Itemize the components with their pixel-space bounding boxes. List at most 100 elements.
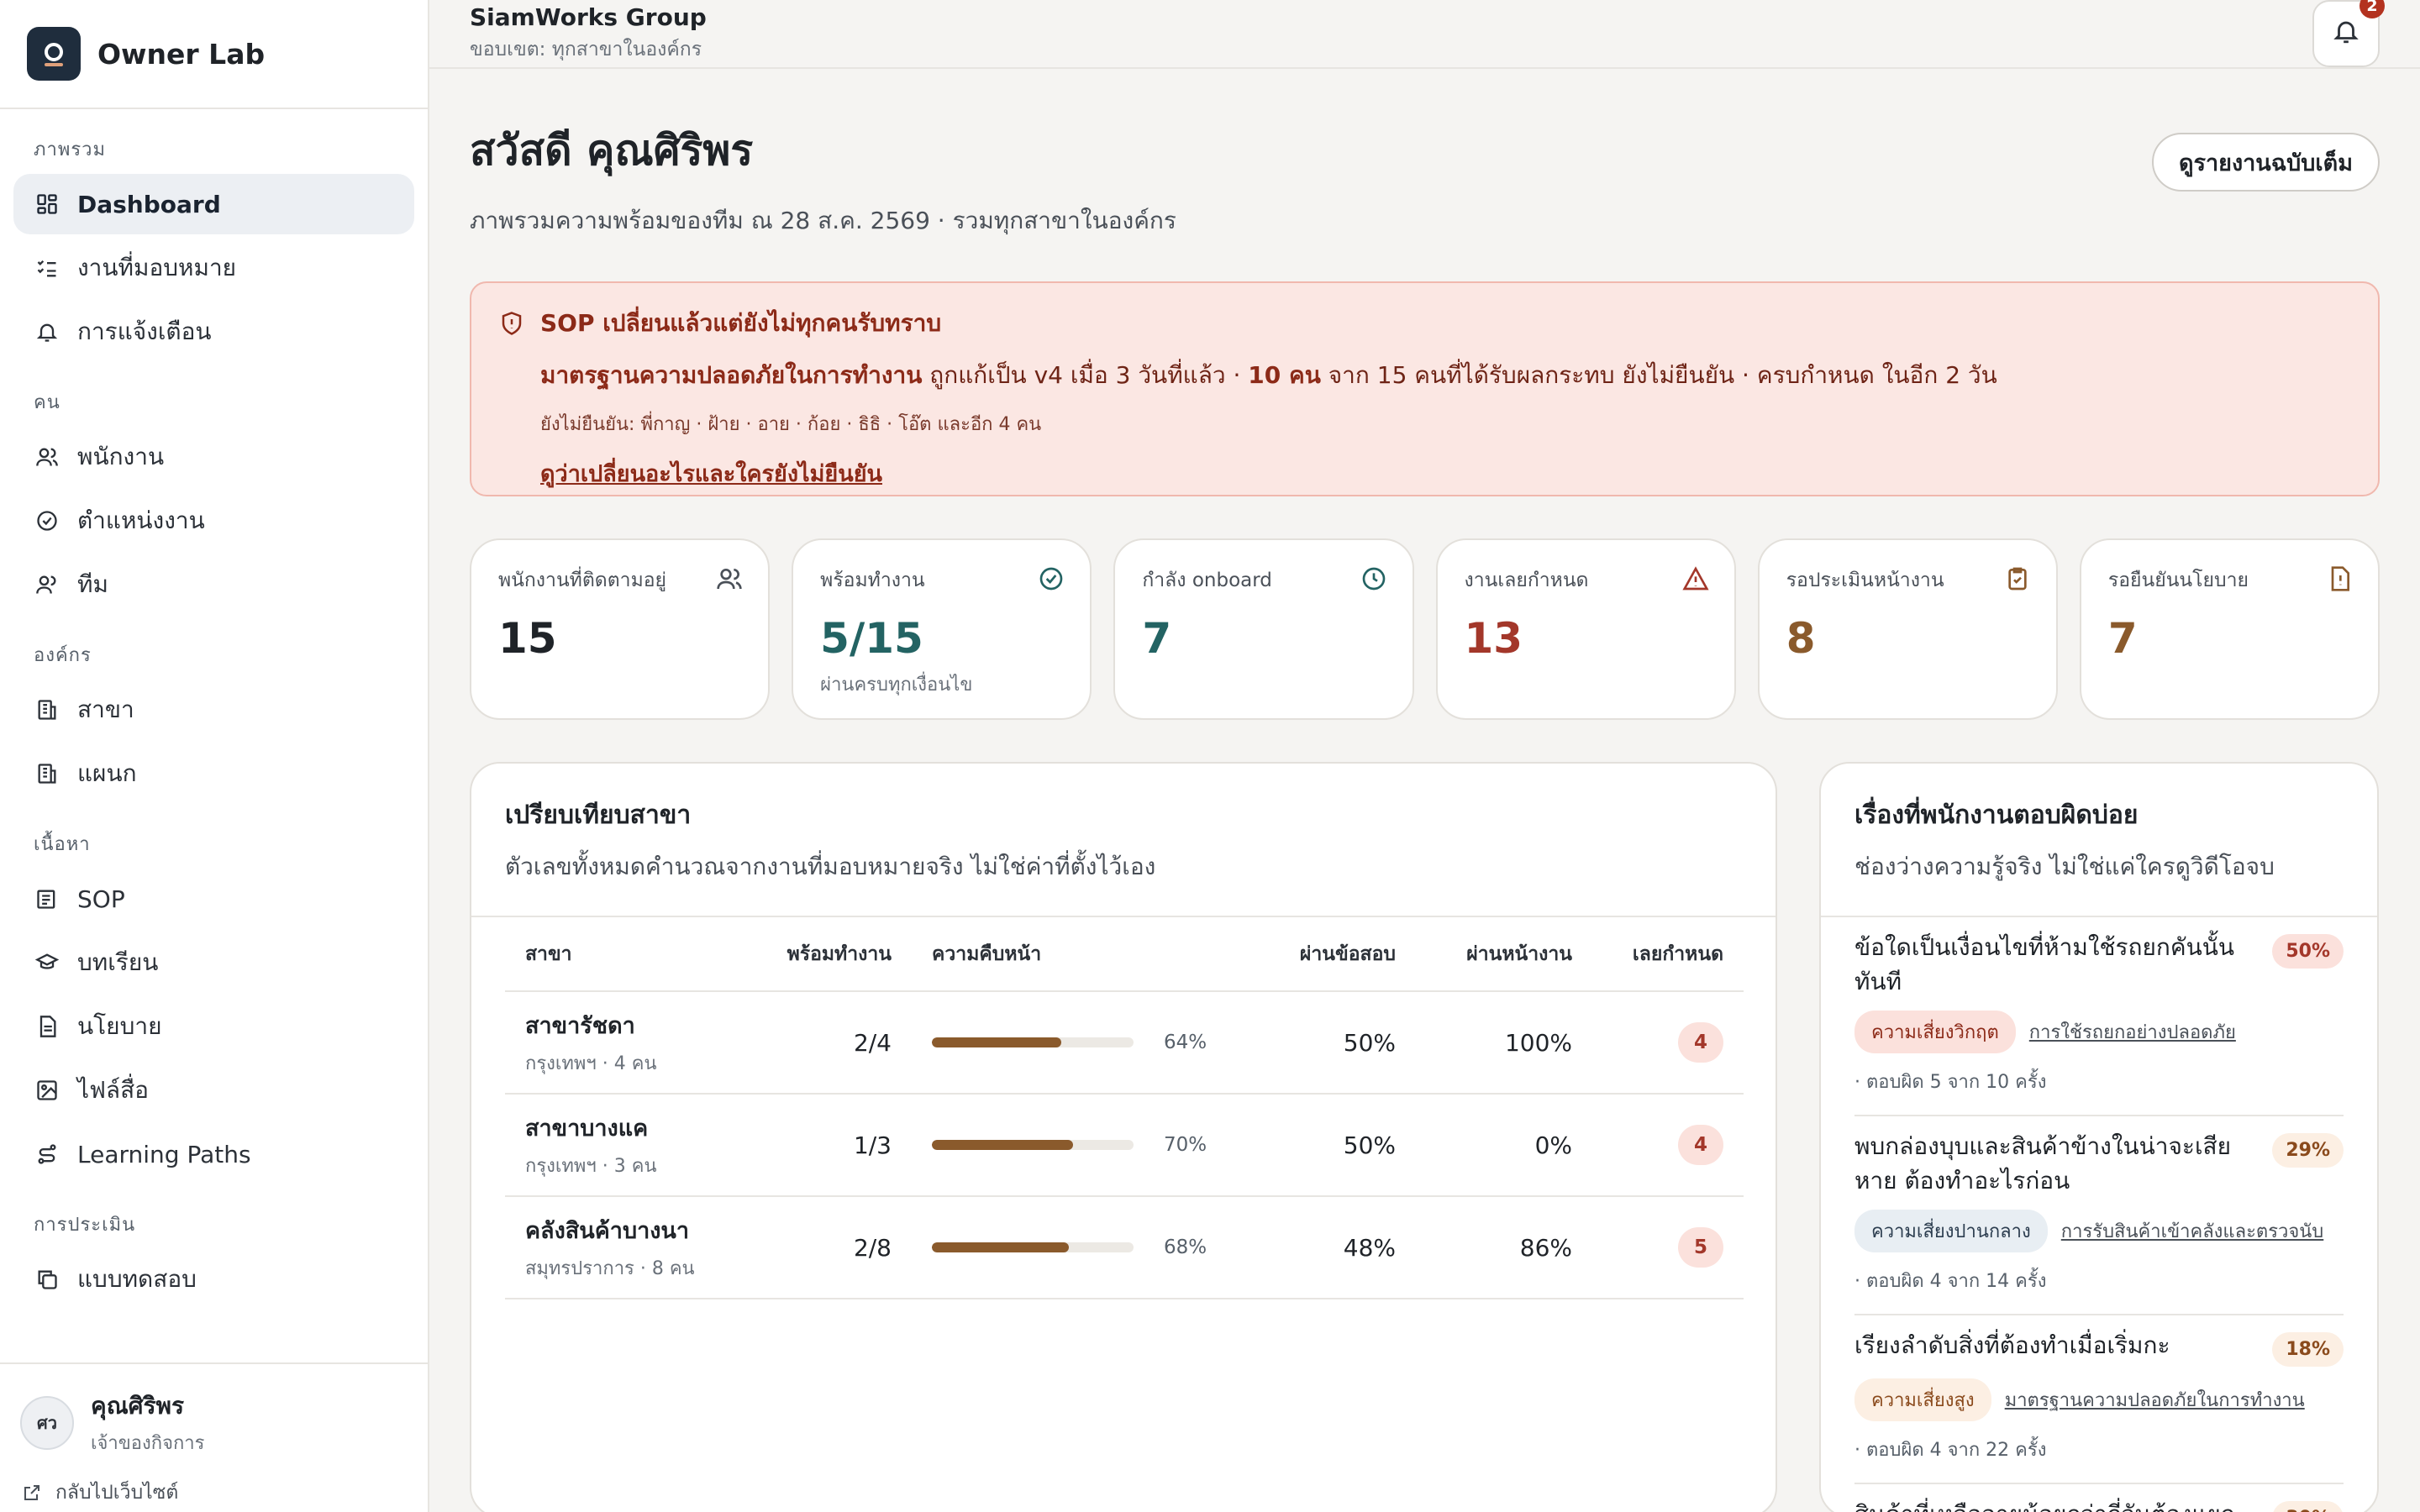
branch-ready: 1/3 [782,1094,892,1197]
alert-pending-list: ยังไม่ยืนยัน: พี่กาญ · ฝ้าย · อาย · ก้อย… [540,414,1042,435]
brand-logo-icon [27,27,81,81]
sidebar-item-label: แบบทดสอบ [77,1265,197,1293]
stat-card-field-assessment[interactable]: รอประเมินหน้างาน 8 [1757,538,2058,720]
sidebar-item-learning-paths[interactable]: Learning Paths [13,1124,414,1184]
sidebar-item-departments[interactable]: แผนก [13,743,414,804]
table-row[interactable]: สาขาบางแค กรุงเทพฯ · 3 คน 1/3 70% 50% 0%… [505,1094,1744,1197]
sidebar-item-policies[interactable]: นโยบาย [13,996,414,1057]
stat-card-tracked-employees[interactable]: พนักงานที่ติดตามอยู่ 15 [470,538,771,720]
wrong-rate-badge: 29% [2272,1133,2344,1168]
sidebar-item-sop[interactable]: SOP [13,869,414,929]
sidebar-item-lessons[interactable]: บทเรียน [13,932,414,993]
column-header-ready[interactable]: พร้อมทำงาน [782,917,892,992]
wrong-count: · ตอบผิด 4 จาก 22 ครั้ง [1854,1440,2047,1462]
branch-name: สาขาบางแค [525,1116,649,1142]
team-icon [34,571,60,598]
list-item[interactable]: เรียงลำดับสิ่งที่ต้องทำเมื่อเริ่มกะ 18% … [1854,1315,2344,1485]
branch-meta: สมุทรปราการ · 8 คน [525,1258,695,1279]
user-profile[interactable]: ศว คุณศิริพร เจ้าของกิจการ [20,1388,408,1457]
branch-name: คลังสินค้าบางนา [525,1218,690,1244]
stat-value: 15 [498,614,557,663]
progress-fill [932,1037,1061,1047]
stat-card-onboarding[interactable]: กำลัง onboard 7 [1113,538,1414,720]
sidebar-item-media[interactable]: ไฟล์สื่อ [13,1060,414,1121]
list-item[interactable]: ข้อใดเป็นเงื่อนไขที่ห้ามใช้รถยกคันนั้นทั… [1854,917,2344,1117]
stat-card-overdue[interactable]: งานเลยกำหนด 13 [1435,538,1736,720]
table-row[interactable]: คลังสินค้าบางนา สมุทรปราการ · 8 คน 2/8 6… [505,1196,1744,1299]
copy-icon [34,1266,60,1293]
stat-label: งานเลยกำหนด [1464,570,1589,591]
progress-fill [932,1242,1070,1252]
risk-tag: ความเสี่ยงวิกฤต [1854,1011,2016,1054]
sidebar-item-label: Learning Paths [77,1140,251,1168]
stat-label: พร้อมทำงาน [820,570,925,591]
sidebar-item-assignments[interactable]: งานที่มอบหมาย [13,238,414,298]
sidebar-item-dashboard[interactable]: Dashboard [13,174,414,234]
overdue-badge: 4 [1678,1022,1723,1063]
file-alert-icon [2326,565,2353,592]
column-header-branch[interactable]: สาขา [505,917,782,992]
nav-section-organization: องค์กร [34,645,92,666]
building-icon [34,760,60,787]
column-header-progress[interactable]: ความคืบหน้า [892,917,1211,992]
overdue-badge: 4 [1678,1125,1723,1165]
sidebar-item-positions[interactable]: ตำแหน่งงาน [13,491,414,551]
branch-comparison-panel: เปรียบเทียบสาขา ตัวเลขทั้งหมดคำนวณจากงาน… [470,762,1777,1512]
sidebar-item-notifications[interactable]: การแจ้งเตือน [13,302,414,362]
branch-exam-pass: 48% [1211,1196,1396,1299]
notification-count-badge: 2 [2360,0,2385,18]
bell-icon [2332,17,2360,51]
alert-details-link[interactable]: ดูว่าเปลี่ยนอะไรและใครยังไม่ยืนยัน [540,455,882,491]
sidebar-item-employees[interactable]: พนักงาน [13,427,414,487]
users-icon [716,565,743,592]
branch-ready: 2/4 [782,991,892,1095]
stat-value: 7 [2107,614,2138,663]
topic-link[interactable]: การใช้รถยกอย่างปลอดภัย [2029,1017,2236,1047]
stat-label: กำลัง onboard [1142,570,1272,591]
graduation-cap-icon [34,949,60,976]
progress-percent: 64% [1164,1032,1207,1053]
wrong-rate-badge: 18% [2272,1332,2344,1368]
mistake-list: ข้อใดเป็นเงื่อนไขที่ห้ามใช้รถยกคันนั้นทั… [1821,917,2377,1512]
topic-link[interactable]: การรับสินค้าเข้าคลังและตรวจนับ [2061,1216,2324,1246]
branch-exam-pass: 50% [1211,1094,1396,1197]
sidebar-item-branches[interactable]: สาขา [13,680,414,740]
brand[interactable]: Owner Lab [0,0,428,109]
sidebar-item-label: บทเรียน [77,948,159,976]
org-name: SiamWorks Group [470,3,707,31]
full-report-button[interactable]: ดูรายงานฉบับเต็ม [2151,133,2380,192]
common-mistakes-panel: เรื่องที่พนักงานตอบผิดบ่อย ช่องว่างความร… [1819,762,2379,1512]
sidebar-item-label: พนักงาน [77,443,165,470]
list-item[interactable]: พบกล่องบุบและสินค้าข้างในน่าจะเสียหาย ต้… [1854,1116,2344,1316]
page-subtitle: ภาพรวมความพร้อมของทีม ณ 28 ส.ค. 2569 · ร… [470,207,1176,234]
sidebar-item-quizzes[interactable]: แบบทดสอบ [13,1249,414,1310]
list-item[interactable]: สินค้าที่เหลืออายุน้อยกว่ากี่วันต้องแยก … [1854,1484,2344,1512]
bell-icon [34,318,60,345]
column-header-exam[interactable]: ผ่านข้อสอบ [1211,917,1396,992]
column-header-field[interactable]: ผ่านหน้างาน [1396,917,1572,992]
page-title: สวัสดี คุณศิริพร [470,126,754,175]
clipboard-icon [34,885,60,912]
branch-field-pass: 100% [1396,991,1572,1095]
nav-section-content: เนื้อหา [34,834,91,855]
avatar: ศว [20,1395,74,1450]
progress-bar [932,1242,1134,1252]
back-to-website-link[interactable]: กลับไปเว็บไซต์ [20,1478,408,1508]
sidebar-item-teams[interactable]: ทีม [13,554,414,615]
main-area: SiamWorks Group ขอบเขต: ทุกสาขาในองค์กร … [429,0,2420,1512]
user-name: คุณศิริพร [91,1392,185,1420]
table-row[interactable]: สาขารัชดา กรุงเทพฯ · 4 คน 2/4 64% 50% 10… [505,991,1744,1095]
notifications-button[interactable]: 2 [2312,0,2385,67]
alert-title: SOP เปลี่ยนแล้วแต่ยังไม่ทุกคนรับทราบ [540,309,942,337]
column-header-overdue[interactable]: เลยกำหนด [1572,917,1744,992]
alert-body-text-2: จาก 15 คนที่ได้รับผลกระทบ ยังไม่ยืนยัน ·… [1320,361,1997,389]
stat-card-policy-pending[interactable]: รอยืนยันนโยบาย 7 [2079,538,2381,720]
branch-meta: กรุงเทพฯ · 3 คน [525,1156,657,1177]
question-text: พบกล่องบุบและสินค้าข้างในน่าจะเสียหาย ต้… [1854,1132,2232,1194]
check-circle-icon [34,507,60,534]
topic-link[interactable]: มาตรฐานความปลอดภัยในการทำงาน [2005,1385,2305,1415]
stat-card-ready[interactable]: พร้อมทำงาน 5/15 ผ่านครบทุกเงื่อนไข [792,538,1092,720]
stats-row: พนักงานที่ติดตามอยู่ 15 พร้อมทำงาน 5/15 … [470,538,2381,720]
nav-section-people: คน [34,392,60,413]
branch-table: สาขา พร้อมทำงาน ความคืบหน้า ผ่านข้อสอบ ผ… [505,917,1744,1299]
